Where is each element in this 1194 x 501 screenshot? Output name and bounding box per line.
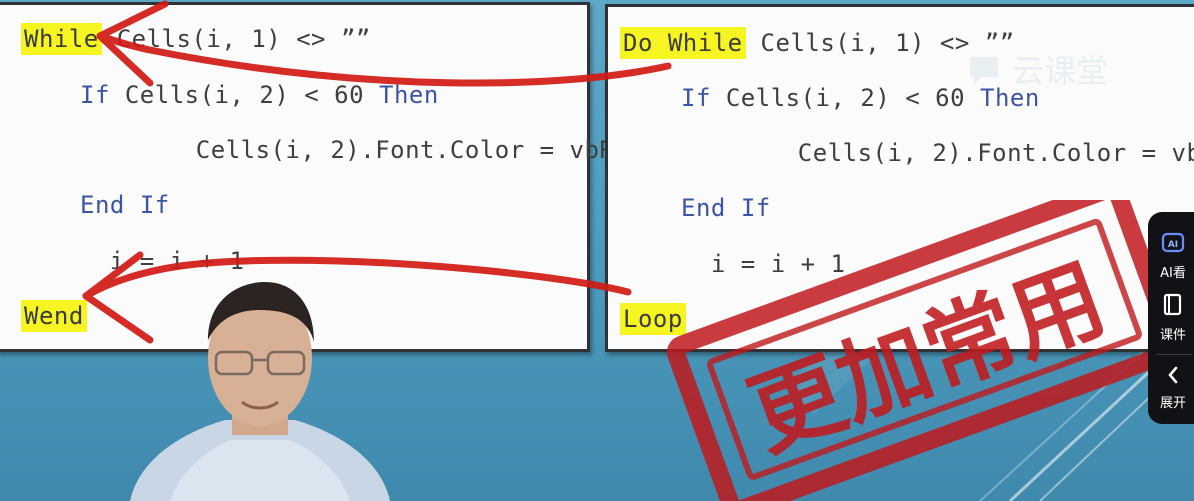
ai-view-button[interactable]: AI AI看 (1148, 230, 1194, 281)
logo-text: 云课堂 (1012, 52, 1109, 90)
courseware-label: 课件 (1159, 328, 1186, 343)
if-keyword: If (681, 84, 711, 112)
yunketang-logo: 云课堂 (968, 46, 1108, 92)
loop-keyword: Loop (620, 303, 686, 335)
video-frame: While Cells(i, 1) <> ”” If Cells(i, 2) <… (0, 0, 1194, 501)
courseware-icon (1163, 293, 1182, 316)
svg-text:AI: AI (1168, 240, 1178, 250)
code-line-if: If Cells(i, 2) < 60 Then (80, 81, 439, 109)
code-line-end-if: End If (80, 191, 170, 219)
code-line-font-color: Cells(i, 2).Font.Color = vbRed (136, 136, 644, 164)
code-line-increment: i = i + 1 (681, 250, 845, 278)
end-keyword: End (80, 191, 125, 219)
logo-mark-icon (970, 57, 998, 84)
end-keyword: End (681, 194, 726, 222)
code-line-increment: i = i + 1 (80, 247, 244, 275)
expand-label: 展开 (1159, 396, 1186, 411)
toolbar-divider (1156, 354, 1192, 355)
if-condition: Cells(i, 2) < 60 (710, 84, 980, 112)
chevron-left-icon (1168, 366, 1178, 384)
wend-keyword: Wend (21, 300, 87, 332)
expand-button[interactable]: 展开 (1148, 364, 1194, 411)
if-condition: Cells(i, 2) < 60 (109, 81, 379, 109)
if-keyword: If (80, 81, 110, 109)
font-color-statement: Cells(i, 2).Font.Color = vbRed (136, 136, 645, 164)
font-color-statement: Cells(i, 2).Font.Color = vbRed (797, 139, 1194, 167)
if-keyword-end: If (139, 191, 170, 219)
code-line-do-while: Do While Cells(i, 1) <> ”” (620, 27, 1015, 59)
presenter-video (130, 282, 390, 501)
ai-view-icon: AI (1161, 232, 1185, 253)
while-keyword: While (21, 23, 102, 55)
while-condition: Cells(i, 1) <> ”” (101, 25, 371, 53)
increment-statement: i = i + 1 (80, 247, 245, 275)
do-while-keyword: Do While (620, 27, 746, 59)
code-line-end-if: End If (681, 194, 771, 222)
code-line-font-color: Cells(i, 2).Font.Color = vbRed (738, 139, 1194, 167)
code-line-loop: Loop (620, 303, 686, 335)
code-line-while: While Cells(i, 1) <> ”” (21, 23, 371, 55)
courseware-button[interactable]: 课件 (1148, 292, 1194, 343)
if-keyword-end: If (740, 194, 771, 222)
side-toolbar: AI AI看 课件 展开 (1148, 212, 1194, 424)
code-line-wend: Wend (21, 300, 87, 332)
ai-view-label: AI看 (1160, 266, 1186, 281)
then-keyword: Then (379, 81, 439, 109)
increment-statement: i = i + 1 (681, 250, 846, 278)
